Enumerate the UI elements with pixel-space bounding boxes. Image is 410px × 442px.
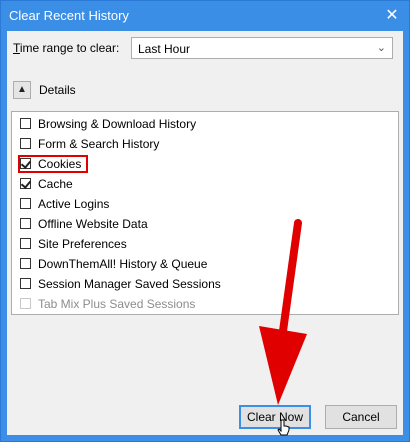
dialog-window: Clear Recent History ✕ Time range to cle… [0, 0, 410, 442]
annotation-arrow [259, 219, 307, 405]
